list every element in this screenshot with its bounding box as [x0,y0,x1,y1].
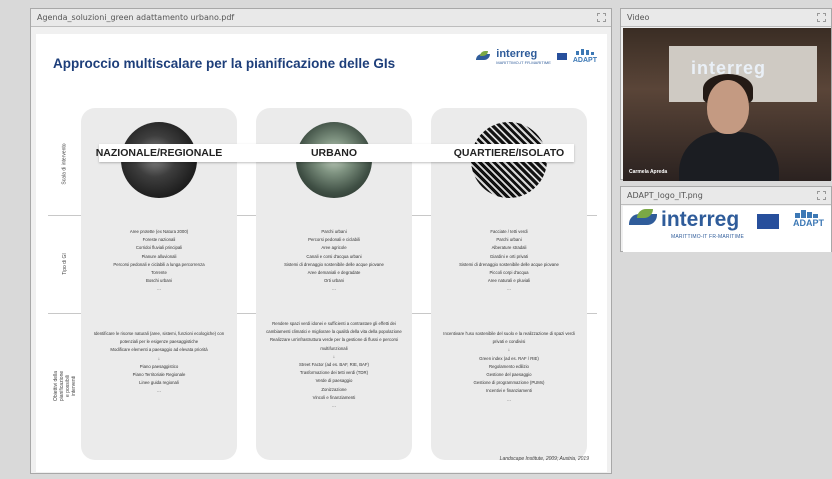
slide-page: Approccio multiscalare per la pianificaz… [36,34,607,472]
scale-label-urbano: URBANO [310,147,358,159]
row-label-scale: Scala di intervento [62,143,69,185]
logo-image-window[interactable]: ADAPT_logo_IT.png interreg MARITTIMO-IT … [620,186,832,252]
objectives-list: Incentivare l'uso sostenibile del suolo … [443,331,575,402]
adapt-logo: ADAPT [573,49,597,64]
video-window-titlebar[interactable]: Video [621,9,831,27]
document-viewer-window[interactable]: Agenda_soluzioni_green adattamento urban… [30,8,612,474]
objectives-list: Rendere spazi verdi idonei e sufficienti… [266,321,402,409]
adapt-city-icon [795,210,818,218]
row-label-gi-type: Tipo di GI [62,253,68,275]
source-note: Landscape Institute, 2009; Austria, 2019 [499,456,589,462]
scale-label-nazionale: NAZIONALE/REGIONALE [95,147,223,159]
interreg-leaf-icon [629,209,657,225]
expand-icon[interactable] [597,13,606,22]
eu-flag-icon [556,53,567,60]
expand-icon[interactable] [817,191,826,200]
adapt-logo-text: ADAPT [793,218,824,228]
speaker-body [679,132,779,181]
video-window-title: Video [627,13,650,22]
gi-type-list: Parchi urbani Percorsi pedonali e ciclabi… [284,229,384,292]
document-window-titlebar[interactable]: Agenda_soluzioni_green adattamento urban… [31,9,611,27]
slide-title: Approccio multiscalare per la pianificaz… [53,56,396,71]
interreg-logo-text: interreg [661,208,740,231]
scale-label-band: NAZIONALE/REGIONALE URBANO QUARTIERE/ISO… [96,144,574,162]
speaker-head [707,80,749,134]
row-label-objectives: Obiettivi della pianificazione e possibi… [53,370,78,402]
speaker-name-tag: Carmela Apreda [629,169,668,175]
interreg-logo: interreg MARITTIMO-IT FR-MARITIME ADAPT [476,48,597,65]
logo-window-titlebar[interactable]: ADAPT_logo_IT.png [621,187,831,205]
logo-image: interreg MARITTIMO-IT FR-MARITIME ADAPT [623,206,831,252]
gi-type-list: Aree protette (ex Natura 2000) Foreste na… [113,229,205,292]
eu-flag-icon [757,214,779,229]
interreg-logo-text: interreg [496,48,538,60]
objectives-list: Identificare le risorse naturali (aree, … [93,331,225,394]
logo-window-title: ADAPT_logo_IT.png [627,191,703,200]
interreg-logo-subtitle: MARITTIMO-IT FR-MARITIME [496,60,551,65]
gi-type-list: Facciate / tetti verdi Parchi urbani Alber… [459,229,559,292]
document-window-title: Agenda_soluzioni_green adattamento urban… [37,13,235,22]
expand-icon[interactable] [817,13,826,22]
adapt-city-icon [575,49,594,55]
scale-label-quartiere: QUARTIERE/ISOLATO [453,147,565,159]
interreg-leaf-icon [476,50,491,60]
video-feed[interactable]: interreg Carmela Apreda [623,28,831,181]
video-window[interactable]: Video interreg Carmela Apreda [620,8,832,181]
adapt-logo-text: ADAPT [572,57,597,64]
interreg-logo-subtitle: MARITTIMO-IT FR-MARITIME [671,234,745,240]
background-strip [0,0,30,479]
